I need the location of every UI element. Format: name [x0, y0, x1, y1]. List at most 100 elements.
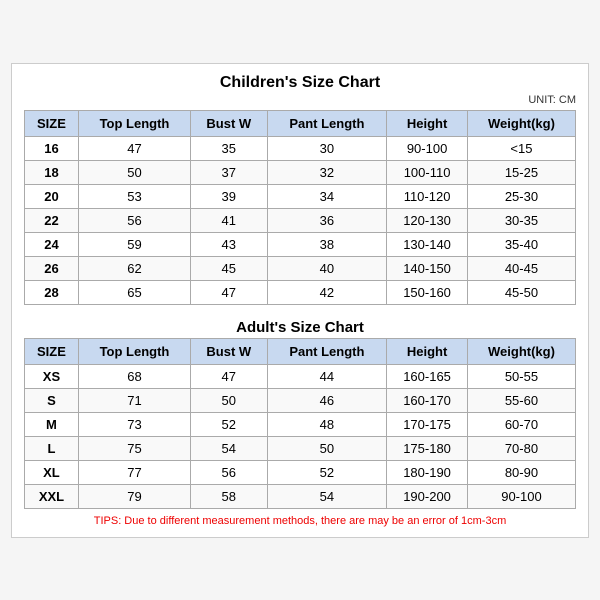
table-cell: 47 [78, 136, 190, 160]
table-cell: 32 [267, 160, 387, 184]
main-title: Children's Size Chart [24, 74, 576, 92]
table-cell: 100-110 [387, 160, 468, 184]
table-cell: 34 [267, 184, 387, 208]
table-cell: 150-160 [387, 280, 468, 304]
table-row: XS684744160-16550-55 [25, 364, 576, 388]
table-cell: 22 [25, 208, 79, 232]
adults-col-header: SIZE [25, 338, 79, 364]
children-col-header: Pant Length [267, 110, 387, 136]
table-cell: 90-100 [387, 136, 468, 160]
table-cell: 16 [25, 136, 79, 160]
table-cell: 40-45 [467, 256, 575, 280]
children-col-header: Top Length [78, 110, 190, 136]
table-cell: 140-150 [387, 256, 468, 280]
table-cell: 44 [267, 364, 387, 388]
children-size-table: SIZETop LengthBust WPant LengthHeightWei… [24, 110, 576, 305]
table-cell: 75 [78, 436, 190, 460]
table-row: 24594338130-14035-40 [25, 232, 576, 256]
table-cell: 39 [191, 184, 268, 208]
table-cell: 190-200 [387, 484, 468, 508]
children-col-header: Weight(kg) [467, 110, 575, 136]
table-cell: XXL [25, 484, 79, 508]
adults-section-title: Adult's Size Chart [24, 313, 576, 338]
table-cell: 50 [267, 436, 387, 460]
table-row: XL775652180-19080-90 [25, 460, 576, 484]
table-cell: 15-25 [467, 160, 575, 184]
table-cell: 68 [78, 364, 190, 388]
table-cell: 59 [78, 232, 190, 256]
table-cell: M [25, 412, 79, 436]
table-cell: 130-140 [387, 232, 468, 256]
table-cell: 50 [78, 160, 190, 184]
table-cell: 46 [267, 388, 387, 412]
table-cell: 28 [25, 280, 79, 304]
table-cell: 71 [78, 388, 190, 412]
table-row: 1647353090-100<15 [25, 136, 576, 160]
table-cell: 35-40 [467, 232, 575, 256]
table-cell: 50-55 [467, 364, 575, 388]
table-row: 18503732100-11015-25 [25, 160, 576, 184]
table-cell: 47 [191, 364, 268, 388]
table-cell: 54 [191, 436, 268, 460]
children-col-header: Bust W [191, 110, 268, 136]
table-cell: 53 [78, 184, 190, 208]
table-row: S715046160-17055-60 [25, 388, 576, 412]
table-row: 20533934110-12025-30 [25, 184, 576, 208]
table-cell: 120-130 [387, 208, 468, 232]
table-cell: 56 [191, 460, 268, 484]
adults-body: XS684744160-16550-55S715046160-17055-60M… [25, 364, 576, 508]
table-cell: 79 [78, 484, 190, 508]
table-cell: 30-35 [467, 208, 575, 232]
adults-col-header: Bust W [191, 338, 268, 364]
table-row: 22564136120-13030-35 [25, 208, 576, 232]
table-cell: 60-70 [467, 412, 575, 436]
table-cell: 160-165 [387, 364, 468, 388]
table-cell: 58 [191, 484, 268, 508]
table-row: 26624540140-15040-45 [25, 256, 576, 280]
chart-container: Children's Size Chart UNIT: CM SIZETop L… [11, 63, 589, 538]
table-cell: 56 [78, 208, 190, 232]
table-cell: 40 [267, 256, 387, 280]
table-cell: 77 [78, 460, 190, 484]
adults-header-row: SIZETop LengthBust WPant LengthHeightWei… [25, 338, 576, 364]
table-cell: 170-175 [387, 412, 468, 436]
table-cell: 20 [25, 184, 79, 208]
table-row: 28654742150-16045-50 [25, 280, 576, 304]
unit-label: UNIT: CM [24, 94, 576, 106]
table-cell: 42 [267, 280, 387, 304]
table-cell: 175-180 [387, 436, 468, 460]
adults-size-table: SIZETop LengthBust WPant LengthHeightWei… [24, 338, 576, 509]
table-cell: <15 [467, 136, 575, 160]
table-cell: 54 [267, 484, 387, 508]
table-cell: 73 [78, 412, 190, 436]
adults-col-header: Pant Length [267, 338, 387, 364]
adults-col-header: Height [387, 338, 468, 364]
table-cell: 160-170 [387, 388, 468, 412]
table-cell: 65 [78, 280, 190, 304]
table-cell: 47 [191, 280, 268, 304]
table-row: L755450175-18070-80 [25, 436, 576, 460]
table-cell: 26 [25, 256, 79, 280]
adults-col-header: Top Length [78, 338, 190, 364]
table-cell: 80-90 [467, 460, 575, 484]
table-cell: 24 [25, 232, 79, 256]
table-cell: 50 [191, 388, 268, 412]
table-cell: 55-60 [467, 388, 575, 412]
table-cell: 45-50 [467, 280, 575, 304]
tips-text: TIPS: Due to different measurement metho… [24, 515, 576, 527]
table-cell: 36 [267, 208, 387, 232]
table-cell: 25-30 [467, 184, 575, 208]
table-cell: 52 [191, 412, 268, 436]
table-cell: 180-190 [387, 460, 468, 484]
table-cell: 37 [191, 160, 268, 184]
table-cell: L [25, 436, 79, 460]
table-cell: 62 [78, 256, 190, 280]
table-cell: 90-100 [467, 484, 575, 508]
table-row: XXL795854190-20090-100 [25, 484, 576, 508]
table-cell: 41 [191, 208, 268, 232]
table-cell: XL [25, 460, 79, 484]
table-cell: 45 [191, 256, 268, 280]
children-header-row: SIZETop LengthBust WPant LengthHeightWei… [25, 110, 576, 136]
adults-col-header: Weight(kg) [467, 338, 575, 364]
table-cell: 48 [267, 412, 387, 436]
